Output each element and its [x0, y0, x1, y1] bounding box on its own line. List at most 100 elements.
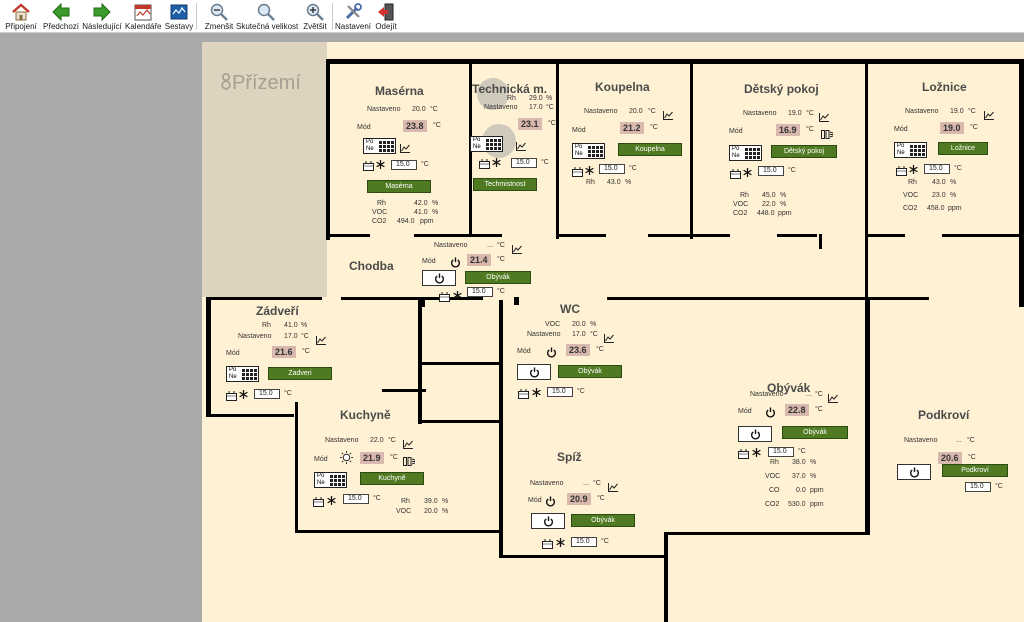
chart-icon[interactable] — [516, 138, 526, 156]
unit-celsius: °C — [541, 159, 549, 166]
toolbar-button-calendar[interactable]: Kalendáře — [125, 0, 161, 33]
room-loznice-program-temperature[interactable]: 15.0 — [924, 164, 950, 174]
wall — [942, 234, 1019, 237]
room-koupelna-schedule-icon[interactable]: Po Ne — [572, 143, 605, 159]
room-podkrovi-program-temperature[interactable]: 15.0 — [965, 482, 991, 492]
room-spiz-program-temperature[interactable]: 15.0 — [571, 537, 597, 547]
room-podkrovi-button[interactable]: Podkroví — [942, 464, 1008, 477]
chart-icon[interactable] — [403, 436, 413, 454]
room-technicka-program-temperature[interactable]: 15.0 — [511, 158, 537, 168]
power-icon — [546, 345, 557, 363]
room-wc-button[interactable]: Obývák — [558, 365, 622, 378]
room-spiz-power-button[interactable] — [531, 513, 565, 529]
wall — [206, 297, 322, 300]
toolbar-button-arrow-left[interactable]: Předchozí — [41, 0, 81, 33]
zoom-out-icon — [201, 2, 237, 22]
chart-icon[interactable] — [984, 107, 994, 125]
chart-icon[interactable] — [663, 107, 673, 125]
room-detsky-schedule-icon[interactable]: Po Ne — [729, 145, 762, 161]
toolbar-label: Sestavy — [164, 22, 194, 31]
room-technicka-current-temperature: 23.1 — [518, 118, 542, 130]
label-set: Nastaveno — [325, 437, 359, 444]
schedule-label-po: Po — [366, 139, 374, 145]
room-zadveri-button[interactable]: Zadveri — [268, 367, 332, 380]
room-technicka-button[interactable]: Techmistnost — [473, 178, 537, 191]
toolbar-button-home[interactable]: Připojení — [2, 0, 40, 33]
room-podkrovi-power-button[interactable] — [897, 464, 931, 480]
wall — [422, 362, 502, 365]
wall — [1019, 59, 1024, 307]
room-loznice-current-temperature: 19.0 — [940, 122, 964, 134]
room-maserna-button[interactable]: Masérna — [367, 180, 431, 193]
room-detsky-button[interactable]: Dětský pokoj — [771, 145, 837, 158]
label-rh: Rh — [740, 192, 749, 199]
label-rh: Rh — [770, 459, 779, 466]
snowflake-icon — [239, 386, 248, 404]
unit-celsius: °C — [590, 331, 598, 338]
room-koupelna-program-temperature[interactable]: 15.0 — [599, 164, 625, 174]
heater-icon — [730, 166, 742, 184]
toolbar-label: Připojení — [5, 22, 37, 31]
room-zadveri-program-temperature[interactable]: 15.0 — [254, 389, 280, 399]
unit-percent: % — [432, 209, 439, 216]
fan-icon — [403, 453, 416, 471]
room-technicka-rh-value: 29.0 — [529, 95, 543, 102]
schedule-label-po: Po — [732, 146, 740, 152]
floor-icon — [221, 72, 231, 90]
toolbar-separator — [332, 3, 333, 30]
toolbar-button-zoom-reset[interactable]: Skutečná velikost — [236, 0, 298, 33]
label-set: Nastaveno — [367, 106, 401, 113]
toolbar-button-tools[interactable]: Nastavení — [334, 0, 372, 33]
room-kuchyne-button[interactable]: Kuchyně — [360, 472, 424, 485]
room-koupelna-button[interactable]: Koupelna — [618, 143, 682, 156]
toolbar-button-exit[interactable]: Odejít — [373, 0, 399, 33]
room-technicka-set-value: 17.0 — [529, 104, 543, 111]
wall — [295, 402, 298, 532]
unit-celsius: °C — [430, 106, 438, 113]
chart-icon[interactable] — [819, 109, 829, 127]
toolbar-button-report[interactable]: Sestavy — [163, 0, 195, 33]
room-chodba-program-temperature[interactable]: 15.0 — [467, 287, 493, 297]
room-maserna-program-temperature[interactable]: 15.0 — [391, 160, 417, 170]
room-maserna-schedule-icon[interactable]: Po Ne — [363, 138, 396, 154]
toolbar-button-arrow-right[interactable]: Následující — [81, 0, 123, 33]
wall — [690, 64, 693, 239]
toolbar-label: Předchozí — [42, 22, 80, 31]
unit-percent: % — [625, 179, 632, 186]
room-podkrovi-name: Podkroví — [918, 408, 970, 422]
room-obyvak-button[interactable]: Obývák — [782, 426, 848, 439]
heater-icon — [313, 494, 325, 512]
chart-icon[interactable] — [316, 332, 326, 350]
room-wc-program-temperature[interactable]: 15.0 — [547, 387, 573, 397]
chart-icon[interactable] — [400, 140, 410, 158]
chart-icon[interactable] — [828, 390, 838, 408]
room-kuchyne-program-temperature[interactable]: 15.0 — [343, 494, 369, 504]
room-detsky-program-temperature[interactable]: 15.0 — [758, 166, 784, 176]
chart-icon[interactable] — [512, 241, 522, 259]
room-zadveri-schedule-icon[interactable]: Po Ne — [226, 366, 259, 382]
room-spiz-button[interactable]: Obývák — [571, 514, 635, 527]
toolbar-label: Zvětšit — [303, 22, 327, 31]
room-obyvak-current-temperature: 22.8 — [785, 404, 809, 416]
unit-percent: % — [780, 201, 787, 208]
room-loznice-button[interactable]: Ložnice — [938, 142, 988, 155]
schedule-label-ne: Ne — [229, 374, 237, 380]
chart-icon[interactable] — [608, 479, 618, 497]
wall — [499, 555, 667, 558]
power-icon — [765, 405, 776, 423]
room-wc-power-button[interactable] — [517, 364, 551, 380]
room-obyvak-program-temperature[interactable]: 15.0 — [768, 447, 794, 457]
snowflake-icon — [492, 154, 501, 172]
room-chodba-button[interactable]: Obývák — [465, 271, 531, 284]
room-kuchyne-schedule-icon[interactable]: Po Ne — [314, 472, 347, 488]
toolbar-button-zoom-out[interactable]: Zmenšit — [201, 0, 237, 33]
room-chodba-power-button[interactable] — [422, 270, 456, 286]
schedule-label-po: Po — [229, 367, 237, 373]
power-icon — [543, 516, 554, 527]
heater-icon — [896, 163, 908, 181]
room-loznice-schedule-icon[interactable]: Po Ne — [894, 142, 927, 158]
toolbar-button-zoom-in[interactable]: Zvětšit — [299, 0, 331, 33]
room-obyvak-power-button[interactable] — [738, 426, 772, 442]
room-technicka-schedule-icon[interactable]: Po Ne — [470, 136, 503, 152]
chart-icon[interactable] — [604, 330, 614, 348]
